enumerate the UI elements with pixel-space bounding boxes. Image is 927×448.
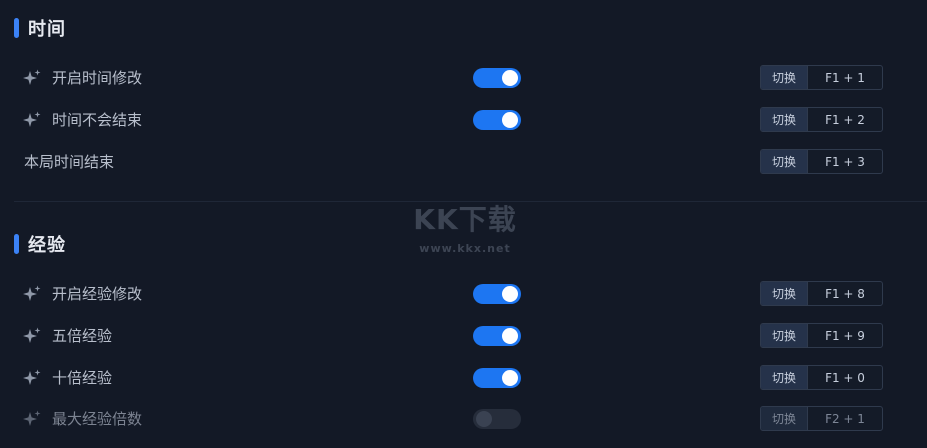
hotkey-box[interactable]: 切换 F2 + 1	[760, 406, 883, 431]
sparkle-icon	[23, 111, 41, 127]
hotkey-box[interactable]: 切换 F1 + 1	[760, 65, 883, 90]
option-label: 开启经验修改	[52, 285, 143, 303]
option-label: 开启时间修改	[52, 69, 143, 87]
toggle-knob	[502, 70, 518, 86]
hotkey-value: F2 + 1	[825, 411, 865, 426]
watermark: KK下载 www.kkx.net	[405, 198, 525, 258]
option-row-exp-10x: 十倍经验 切换 F1 + 0	[0, 364, 927, 392]
hotkey-value: F1 + 3	[825, 154, 865, 169]
hotkey-box[interactable]: 切换 F1 + 0	[760, 365, 883, 390]
toggle-switch[interactable]	[473, 110, 521, 130]
hotkey-value: F1 + 1	[825, 70, 865, 85]
hotkey-switch-button[interactable]: 切换	[761, 66, 808, 89]
toggle-knob	[502, 370, 518, 386]
hotkey-value: F1 + 9	[825, 328, 865, 343]
hotkey-box[interactable]: 切换 F1 + 8	[760, 281, 883, 306]
hotkey-value: F1 + 2	[825, 112, 865, 127]
option-row-exp-max: 最大经验倍数 切换 F2 + 1	[0, 405, 927, 433]
sparkle-icon	[23, 69, 41, 85]
watermark-url: www.kkx.net	[419, 242, 511, 255]
sparkle-icon	[23, 369, 41, 385]
hotkey-box[interactable]: 切换 F1 + 3	[760, 149, 883, 174]
toggle-knob	[502, 286, 518, 302]
option-label: 本局时间结束	[24, 153, 115, 171]
toggle-knob	[476, 411, 492, 427]
hotkey-switch-button[interactable]: 切换	[761, 366, 808, 389]
hotkey-value: F1 + 8	[825, 286, 865, 301]
option-row-time-never-end: 时间不会结束 切换 F1 + 2	[0, 106, 927, 134]
section-title: 时间	[28, 19, 66, 40]
option-label: 五倍经验	[52, 327, 113, 345]
toggle-switch[interactable]	[473, 284, 521, 304]
section-header-time: 时间	[14, 16, 66, 40]
hotkey-value: F1 + 0	[825, 370, 865, 385]
watermark-logo: KK下载	[413, 203, 517, 236]
toggle-knob	[502, 112, 518, 128]
section-accent-bar	[14, 234, 19, 254]
toggle-switch[interactable]	[473, 368, 521, 388]
cheat-panel: 时间 开启时间修改 切换 F1 + 1 时间不会结束 切换 F1 + 2 本局时…	[0, 0, 927, 448]
hotkey-box[interactable]: 切换 F1 + 2	[760, 107, 883, 132]
option-row-exp-5x: 五倍经验 切换 F1 + 9	[0, 322, 927, 350]
toggle-switch[interactable]	[473, 68, 521, 88]
option-label: 时间不会结束	[52, 111, 143, 129]
option-label: 最大经验倍数	[52, 410, 143, 428]
sparkle-icon	[23, 410, 41, 426]
hotkey-switch-button[interactable]: 切换	[761, 108, 808, 131]
section-accent-bar	[14, 18, 19, 38]
section-title: 经验	[28, 235, 66, 256]
sparkle-icon	[23, 285, 41, 301]
hotkey-switch-button[interactable]: 切换	[761, 150, 808, 173]
option-label: 十倍经验	[52, 369, 113, 387]
option-row-exp-modify: 开启经验修改 切换 F1 + 8	[0, 280, 927, 308]
option-row-end-round-time: 本局时间结束 切换 F1 + 3	[0, 148, 927, 176]
hotkey-switch-button[interactable]: 切换	[761, 282, 808, 305]
section-header-exp: 经验	[14, 232, 66, 256]
sparkle-icon	[23, 327, 41, 343]
hotkey-box[interactable]: 切换 F1 + 9	[760, 323, 883, 348]
option-row-time-modify: 开启时间修改 切换 F1 + 1	[0, 64, 927, 92]
toggle-switch[interactable]	[473, 409, 521, 429]
toggle-switch[interactable]	[473, 326, 521, 346]
hotkey-switch-button[interactable]: 切换	[761, 324, 808, 347]
hotkey-switch-button[interactable]: 切换	[761, 407, 808, 430]
toggle-knob	[502, 328, 518, 344]
